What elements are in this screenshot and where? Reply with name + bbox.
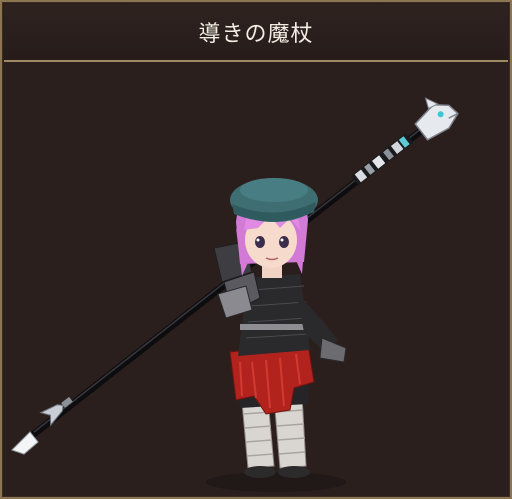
model-preview-viewport[interactable]	[4, 62, 508, 495]
title-bar: 導きの魔杖	[4, 4, 508, 62]
character-figure	[213, 178, 347, 478]
window-title: 導きの魔杖	[198, 22, 314, 47]
character-model-icon	[11, 97, 459, 492]
item-preview-window: 導きの魔杖	[0, 0, 512, 499]
